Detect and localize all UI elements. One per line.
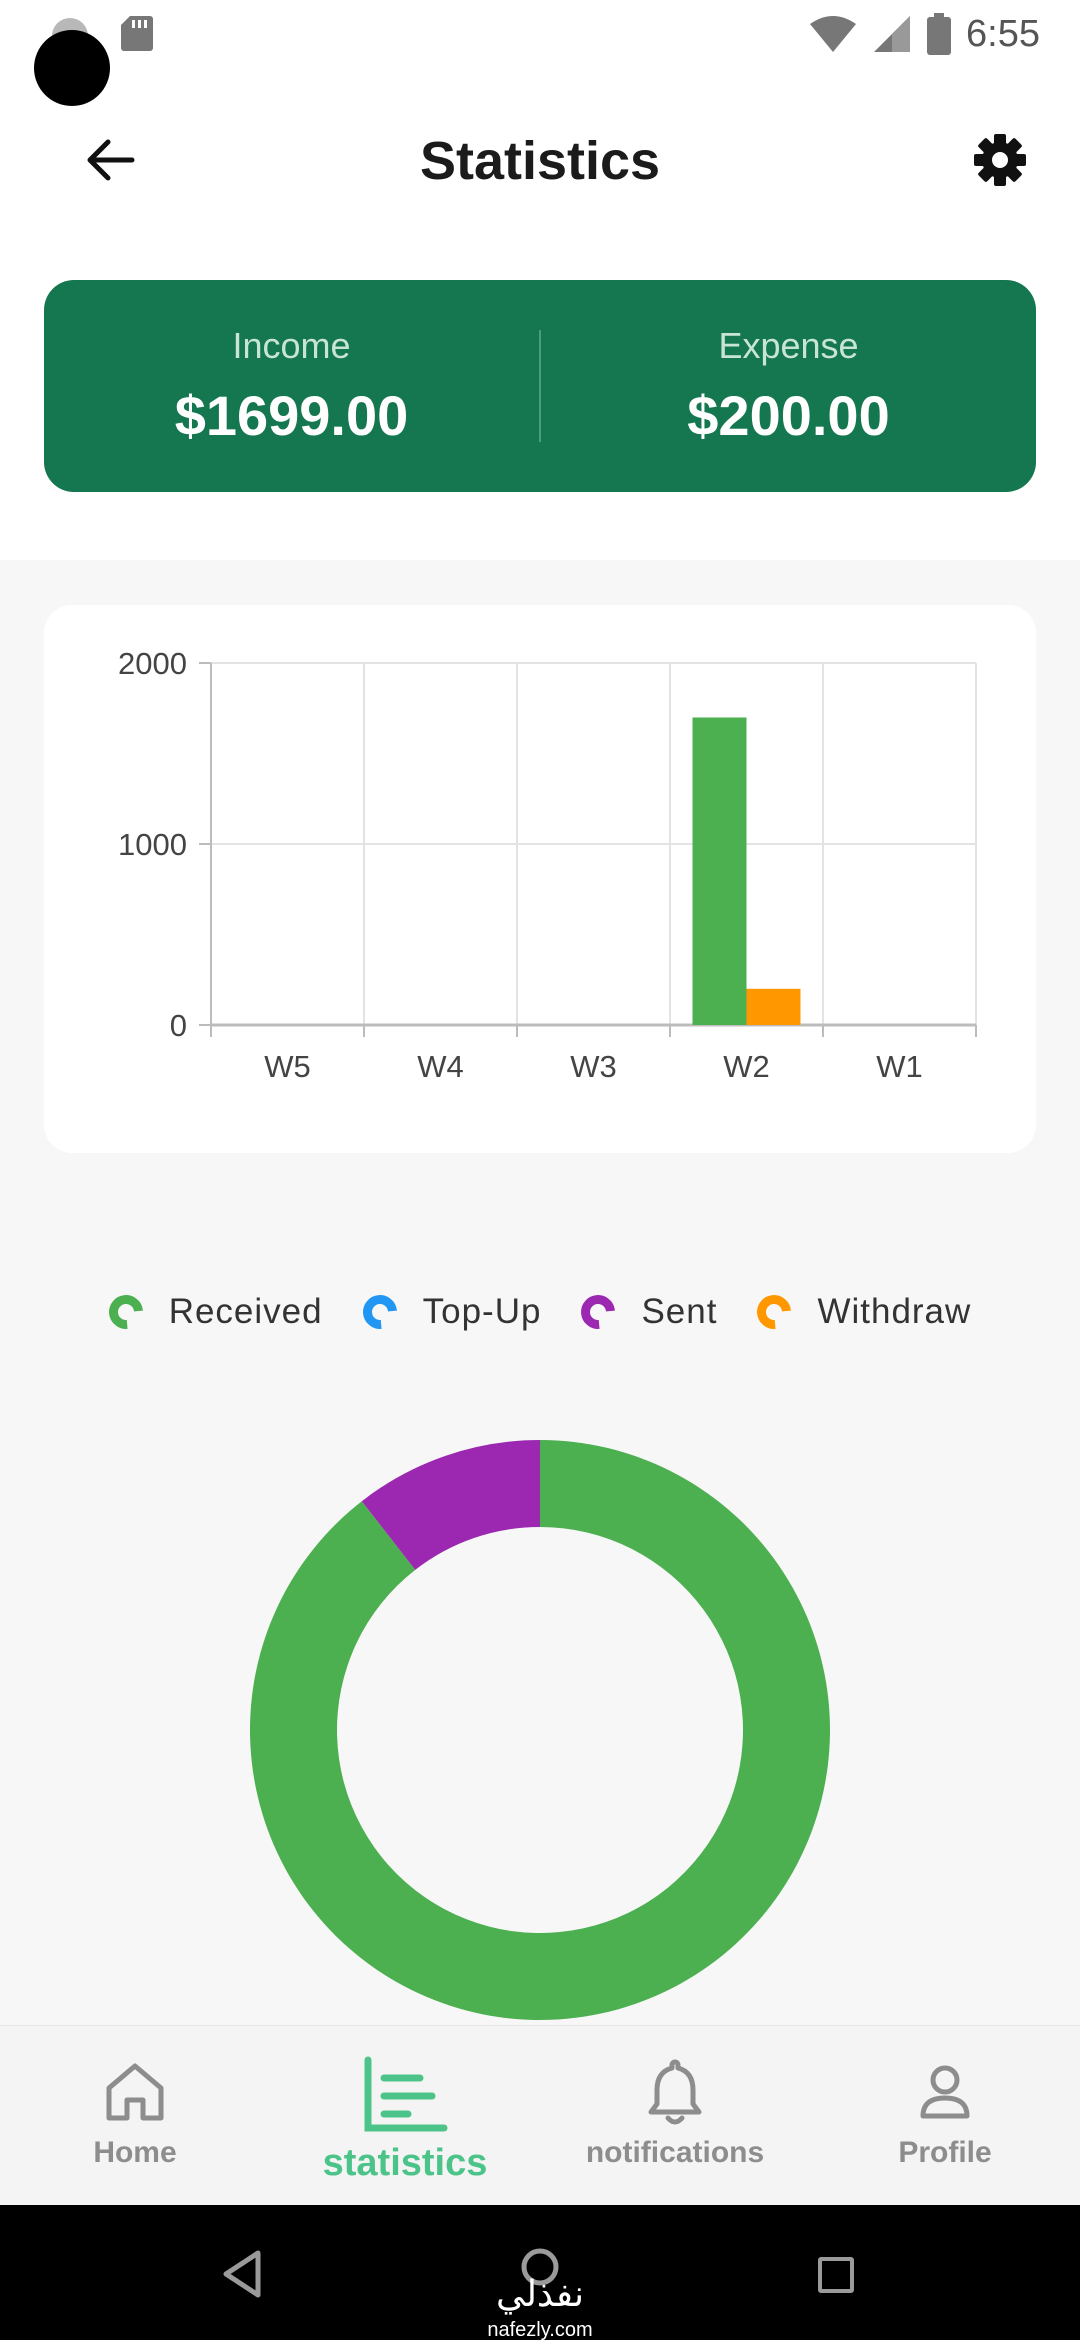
- expense-label: Expense: [718, 324, 859, 366]
- legend-marker-icon: [101, 1288, 150, 1336]
- expense-value: $200.00: [687, 383, 890, 447]
- x-tick-label-w4: W4: [417, 1049, 464, 1084]
- expense-block: Expense $200.00: [541, 325, 1036, 448]
- settings-button[interactable]: [960, 128, 1040, 192]
- sd-card-icon: [121, 16, 153, 51]
- nav-home-label: Home: [93, 2136, 177, 2169]
- summary-card: Income $1699.00 Expense $200.00: [44, 280, 1036, 492]
- legend-item-sent: Sent: [574, 1288, 718, 1336]
- donut-legend: Received Top-Up Sent Withdraw: [0, 1282, 1080, 1342]
- x-tick-label-w5: W5: [264, 1049, 311, 1084]
- nav-statistics-label: statistics: [322, 2142, 488, 2184]
- bottom-navigation: Home statistics notifications Profile: [0, 2025, 1080, 2205]
- legend-label-sent: Sent: [641, 1292, 718, 1331]
- watermark-latin: nafezly.com: [487, 2319, 593, 2340]
- income-value: $1699.00: [174, 383, 409, 447]
- y-tick-label-0: 0: [170, 1008, 187, 1043]
- bell-icon: [648, 2059, 702, 2125]
- legend-label-withdraw: Withdraw: [817, 1292, 972, 1331]
- signal-icon: [874, 16, 911, 52]
- x-tick-label-w2: W2: [723, 1049, 770, 1084]
- camera-cutout: [34, 30, 110, 106]
- system-back-icon[interactable]: [220, 2249, 264, 2299]
- nav-home[interactable]: Home: [0, 2026, 270, 2206]
- battery-icon: [927, 13, 952, 55]
- wifi-icon: [810, 16, 857, 52]
- system-navigation-bar: نفذلي nafezly.com: [0, 2205, 1080, 2340]
- weekly-bar-chart: 0 1000 2000 W5 W4 W3 W2 W1: [118, 646, 977, 1084]
- watermark: نفذلي nafezly.com: [460, 2277, 620, 2340]
- statistics-icon: [364, 2056, 448, 2132]
- legend-label-received: Received: [168, 1292, 323, 1331]
- page-title: Statistics: [419, 131, 661, 191]
- nav-statistics[interactable]: statistics: [270, 2026, 540, 2206]
- system-recents-icon[interactable]: [818, 2257, 854, 2293]
- legend-marker-icon: [750, 1288, 799, 1336]
- watermark-arabic: نفذلي: [495, 2274, 585, 2315]
- bar-w2-series-0: [692, 717, 747, 1025]
- legend-item-withdraw: Withdraw: [750, 1288, 972, 1336]
- bar-w2-series-1: [746, 988, 801, 1025]
- profile-icon: [920, 2065, 970, 2119]
- y-tick-label-2: 2000: [118, 646, 187, 681]
- weekly-bar-chart-card: 0 1000 2000 W5 W4 W3 W2 W1: [44, 605, 1036, 1153]
- nav-profile[interactable]: Profile: [810, 2026, 1080, 2206]
- y-tick-label-1: 1000: [118, 827, 187, 862]
- legend-item-received: Received: [101, 1288, 323, 1336]
- legend-item-top-up: Top-Up: [355, 1288, 542, 1336]
- nav-notifications[interactable]: notifications: [540, 2026, 810, 2206]
- nav-notifications-label: notifications: [585, 2136, 765, 2169]
- x-tick-label-w3: W3: [570, 1049, 617, 1084]
- income-block: Income $1699.00: [44, 325, 539, 448]
- legend-label-top-up: Top-Up: [422, 1292, 542, 1331]
- gear-icon: [974, 134, 1026, 186]
- category-donut-chart: [249, 1440, 830, 2020]
- app-header: Statistics: [0, 100, 1080, 220]
- status-icons: 6:55: [808, 8, 1040, 60]
- home-icon: [106, 2063, 164, 2121]
- legend-marker-icon: [574, 1288, 623, 1336]
- x-tick-label-w1: W1: [876, 1049, 923, 1084]
- legend-marker-icon: [355, 1288, 404, 1336]
- status-time: 6:55: [966, 12, 1040, 55]
- income-label: Income: [232, 324, 351, 366]
- nav-profile-label: Profile: [898, 2136, 992, 2169]
- status-bar: 6:55: [0, 0, 1080, 70]
